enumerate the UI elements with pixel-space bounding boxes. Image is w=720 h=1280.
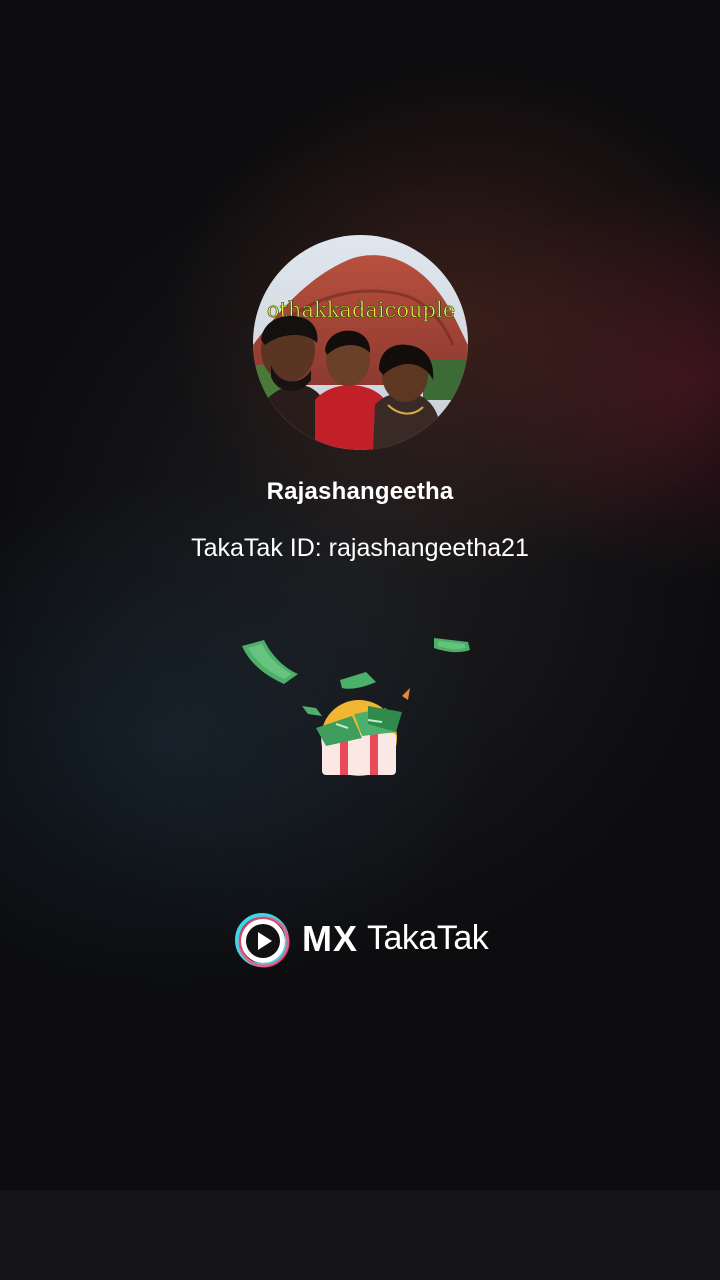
brand-mx-text: MX [302,918,358,959]
profile-takatak-id: TakaTak ID: rajashangeetha21 [191,534,529,562]
money-bill-icon [242,640,298,684]
money-bill-icon [302,706,322,716]
mx-takatak-play-icon [235,913,290,968]
profile-display-name: Rajashangeetha [266,478,454,505]
bottom-bar [0,1190,720,1280]
mx-takatak-logo: MX TakaTak [234,910,494,970]
money-bill-icon [434,638,470,653]
background-gradient [0,0,720,1190]
confetti-icon [402,688,410,700]
profile-avatar: othakkadaicouple [253,235,468,450]
money-gift-icon [236,628,476,788]
money-bill-icon [340,672,376,689]
brand-takatak-text: TakaTak [367,919,489,957]
